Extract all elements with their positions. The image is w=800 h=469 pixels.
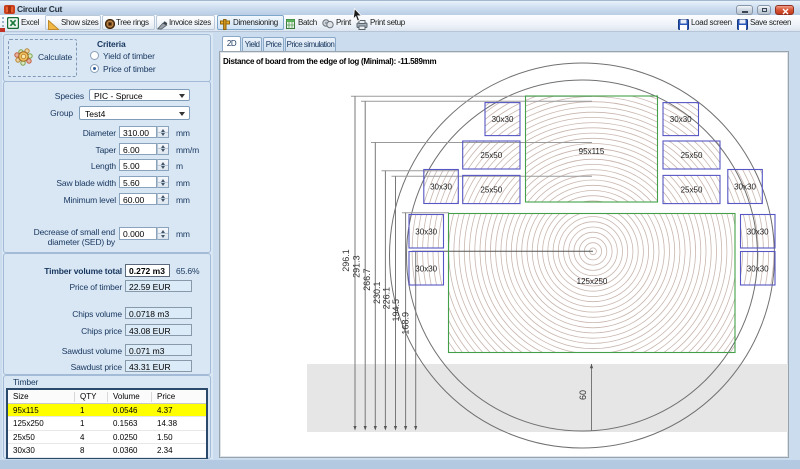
svg-text:30x30: 30x30 xyxy=(747,227,769,236)
svg-text:30x30: 30x30 xyxy=(747,264,769,273)
svg-text:30x30: 30x30 xyxy=(734,183,756,192)
svg-text:95x115: 95x115 xyxy=(579,147,605,156)
svg-text:30x30: 30x30 xyxy=(492,115,514,124)
svg-text:30x30: 30x30 xyxy=(670,115,692,124)
svg-text:30x30: 30x30 xyxy=(415,227,437,236)
svg-text:296.1: 296.1 xyxy=(341,249,351,272)
svg-text:25x50: 25x50 xyxy=(480,151,502,160)
svg-text:168.9: 168.9 xyxy=(401,312,411,335)
svg-text:230.1: 230.1 xyxy=(372,281,382,304)
svg-text:25x50: 25x50 xyxy=(681,186,703,195)
svg-text:30x30: 30x30 xyxy=(430,183,452,192)
svg-text:60: 60 xyxy=(578,390,588,400)
svg-text:25x50: 25x50 xyxy=(681,151,703,160)
svg-text:125x250: 125x250 xyxy=(577,277,608,286)
svg-text:266.7: 266.7 xyxy=(362,268,372,291)
svg-text:194.5: 194.5 xyxy=(391,299,401,322)
svg-text:291.3: 291.3 xyxy=(352,255,362,278)
svg-text:25x50: 25x50 xyxy=(480,186,502,195)
svg-text:30x30: 30x30 xyxy=(415,264,437,273)
svg-text:226.1: 226.1 xyxy=(382,287,392,310)
